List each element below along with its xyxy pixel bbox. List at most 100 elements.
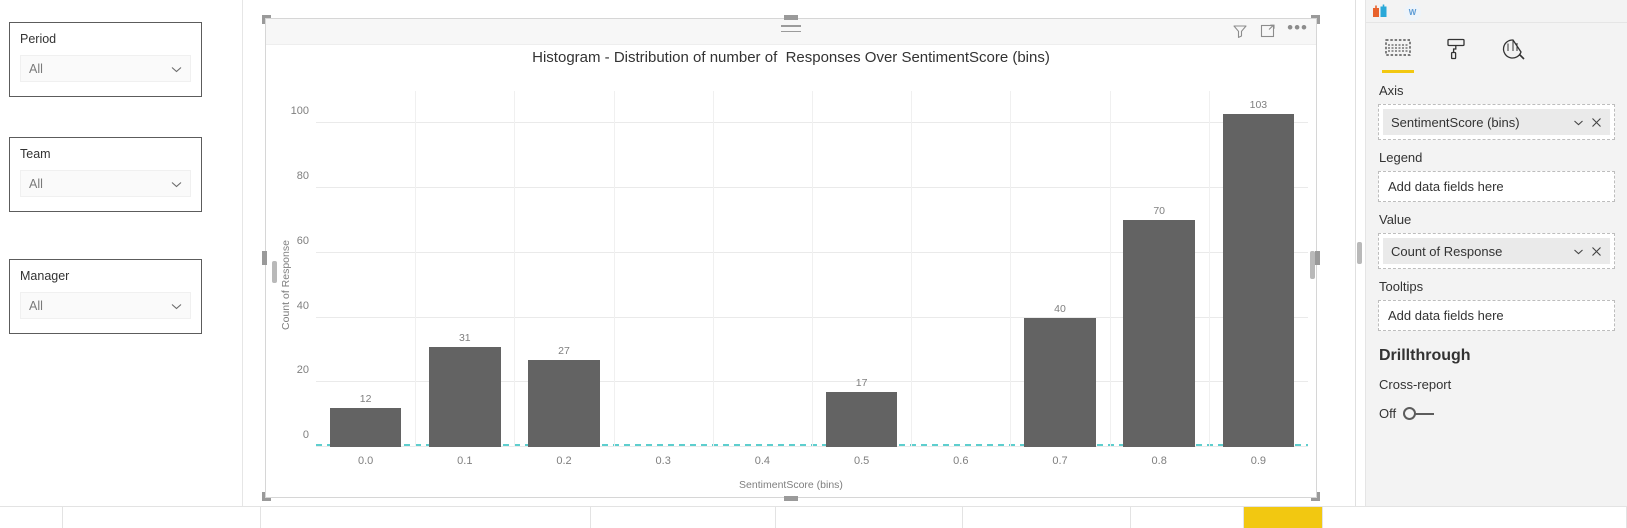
slicer-dropdown-period[interactable]: All xyxy=(20,55,191,82)
field-chip-axis-label: SentimentScore (bins) xyxy=(1391,114,1520,130)
bar-column[interactable]: 40 xyxy=(1024,303,1096,447)
cross-report-label: Cross-report xyxy=(1379,377,1452,392)
chevron-down-icon[interactable] xyxy=(1570,243,1586,259)
slicer-title-period: Period xyxy=(20,32,57,46)
slicer-dropdown-team[interactable]: All xyxy=(20,170,191,197)
bottom-cell[interactable] xyxy=(1131,507,1244,528)
x-tick-label: 0.3 xyxy=(655,455,671,467)
visual-header-icons: ••• xyxy=(1231,19,1308,40)
remove-field-icon[interactable] xyxy=(1588,114,1604,130)
bar-column[interactable]: 103 xyxy=(1222,99,1295,447)
bottom-cell[interactable] xyxy=(0,507,63,528)
field-chip-value[interactable]: Count of Response xyxy=(1383,238,1610,264)
resize-handle-left[interactable] xyxy=(262,251,267,265)
bar-data-label: 27 xyxy=(558,344,570,357)
drag-handle-icon[interactable] xyxy=(781,25,801,36)
slicer-value-period: All xyxy=(29,61,43,76)
focus-mode-icon[interactable] xyxy=(1259,22,1277,40)
well-legend[interactable]: Add data fields here xyxy=(1378,171,1615,202)
slicer-team[interactable]: Team All xyxy=(9,137,202,212)
bar-data-label: 12 xyxy=(359,393,372,406)
visual-header: ••• xyxy=(266,19,1316,45)
bottom-cell[interactable] xyxy=(261,507,591,528)
bar-data-label: 40 xyxy=(1054,302,1066,315)
more-options-icon[interactable]: ••• xyxy=(1287,19,1308,39)
slicer-value-manager: All xyxy=(29,298,43,313)
bottom-cell[interactable] xyxy=(776,507,963,528)
x-axis-title: SentimentScore (bins) xyxy=(739,479,843,491)
chevron-down-icon[interactable] xyxy=(171,301,182,312)
x-tick-label: 0.6 xyxy=(953,455,969,467)
bar-column[interactable]: 12 xyxy=(329,393,402,447)
well-tooltips[interactable]: Add data fields here xyxy=(1378,300,1615,331)
bar-data-label: 17 xyxy=(855,376,868,389)
well-label-axis: Axis xyxy=(1379,83,1404,98)
bottom-cell-active[interactable] xyxy=(1244,507,1323,528)
slicer-value-team: All xyxy=(29,176,43,191)
histogram-visual[interactable]: ••• Histogram - Distribution of number o… xyxy=(262,15,1320,501)
resize-handle-bottom-right[interactable] xyxy=(1311,492,1320,501)
field-wells: Axis SentimentScore (bins) Legend Add da xyxy=(1366,83,1627,331)
x-gridline xyxy=(812,91,813,447)
pane-tab-strip xyxy=(1366,23,1627,73)
x-gridline xyxy=(911,91,913,447)
bar-column[interactable]: 70 xyxy=(1123,205,1195,447)
bottom-cell[interactable] xyxy=(63,507,261,528)
resize-handle-top[interactable] xyxy=(784,15,798,20)
y-tick-label: 80 xyxy=(296,170,309,183)
well-axis[interactable]: SentimentScore (bins) xyxy=(1378,104,1615,140)
resize-handle-bottom-left[interactable] xyxy=(262,492,271,501)
power-bi-report-window: Period All Team All Manager All ••• Hist… xyxy=(0,0,1627,528)
remove-field-icon[interactable] xyxy=(1588,243,1604,259)
y-tick-label: 20 xyxy=(296,364,309,377)
chevron-down-icon[interactable] xyxy=(171,179,182,190)
resize-handle-top-right[interactable] xyxy=(1311,15,1320,24)
filter-icon[interactable] xyxy=(1231,22,1249,40)
pane-gutter xyxy=(1356,0,1366,506)
x-tick-label: 0.9 xyxy=(1250,455,1267,467)
bottom-cell[interactable] xyxy=(963,507,1131,528)
format-tab[interactable] xyxy=(1440,37,1472,73)
x-tick-label: 0.1 xyxy=(457,455,473,467)
resize-handle-bottom[interactable] xyxy=(784,496,798,501)
field-chip-value-label: Count of Response xyxy=(1391,243,1503,259)
word-badge-icon: W xyxy=(1404,3,1421,21)
well-label-legend: Legend xyxy=(1379,150,1423,165)
x-gridline xyxy=(514,91,516,447)
power-bi-logo-icon xyxy=(1372,4,1390,20)
slicer-manager[interactable]: Manager All xyxy=(9,259,202,334)
bar-column[interactable]: 27 xyxy=(528,345,600,447)
y-tick-label: 60 xyxy=(296,234,309,247)
bar-data-label: 103 xyxy=(1249,98,1268,111)
y-axis-title: Count of Response xyxy=(280,240,292,330)
pane-scrollbar[interactable] xyxy=(1357,242,1362,264)
chevron-down-icon[interactable] xyxy=(171,64,182,75)
analytics-tab[interactable] xyxy=(1498,37,1530,73)
slicer-period[interactable]: Period All xyxy=(9,22,202,97)
slicer-dropdown-manager[interactable]: All xyxy=(20,292,191,319)
x-tick-label: 0.7 xyxy=(1052,455,1068,467)
y-tick-label: 100 xyxy=(290,105,309,118)
bottom-cell[interactable] xyxy=(1323,507,1627,528)
cross-report-toggle-state: Off xyxy=(1379,406,1397,421)
plot-region[interactable]: 0 20 40 60 80 100 12 0.0 31 0.1 27 0.2 0.3 0.4 17 0.5 0.… xyxy=(291,91,1315,467)
resize-handle-right[interactable] xyxy=(1315,251,1320,265)
slicer-title-team: Team xyxy=(20,147,51,161)
field-chip-axis[interactable]: SentimentScore (bins) xyxy=(1383,109,1610,135)
bar-column[interactable]: 31 xyxy=(429,332,501,447)
fields-tab[interactable] xyxy=(1382,37,1414,73)
bottom-cell[interactable] xyxy=(591,507,776,528)
y-axis-scrollbar[interactable] xyxy=(272,261,277,283)
y-tick-label: 40 xyxy=(296,299,309,312)
bar-column[interactable]: 17 xyxy=(825,377,898,447)
chevron-down-icon[interactable] xyxy=(1570,114,1586,130)
x-gridline xyxy=(1109,91,1111,447)
cross-report-toggle[interactable] xyxy=(1403,407,1435,420)
resize-handle-top-left[interactable] xyxy=(262,15,271,24)
well-label-value: Value xyxy=(1379,212,1412,227)
x-tick-label: 0.2 xyxy=(556,455,572,467)
x-gridline xyxy=(415,91,417,447)
well-value[interactable]: Count of Response xyxy=(1378,233,1615,269)
y-tick-label: 0 xyxy=(302,429,309,441)
x-tick-label: 0.5 xyxy=(853,455,870,467)
